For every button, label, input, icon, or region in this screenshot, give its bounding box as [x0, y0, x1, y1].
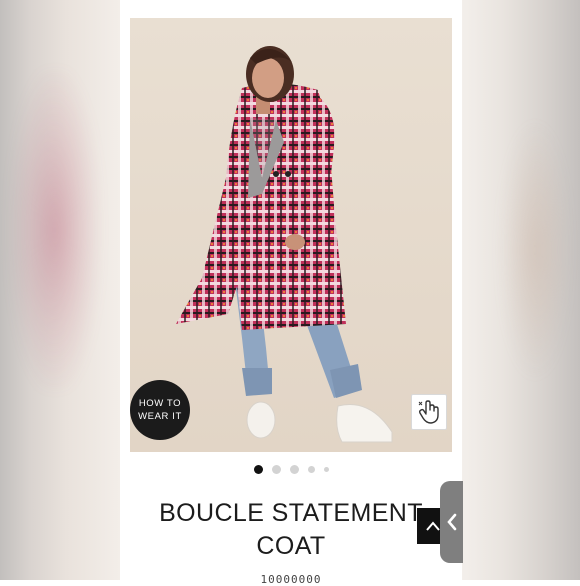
carousel-dot-4[interactable]: [307, 465, 315, 473]
blurred-background-right: [462, 0, 580, 580]
product-title-line1: BOUCLE STATEMENT: [159, 499, 423, 527]
how-to-wear-line2: WEAR IT: [138, 411, 182, 422]
hand-pointer-icon: [418, 400, 439, 424]
blurred-background-left: [0, 0, 120, 580]
chevron-left-icon: [446, 513, 456, 531]
product-title: BOUCLE STATEMENT COAT: [120, 497, 462, 563]
product-image[interactable]: HOW TO WEAR IT: [130, 18, 452, 452]
product-page: HOW TO WEAR IT BOUCLE STATEMENT COAT 100…: [120, 0, 462, 586]
touch-zoom-button[interactable]: [411, 394, 447, 430]
how-to-wear-line1: HOW TO: [138, 398, 182, 409]
chevron-up-icon: [426, 521, 440, 531]
carousel-dot-1[interactable]: [253, 464, 263, 474]
carousel-dot-3[interactable]: [289, 464, 299, 474]
carousel-dot-2[interactable]: [271, 464, 281, 474]
product-title-line2: COAT: [256, 532, 326, 560]
carousel-dot-5[interactable]: [323, 466, 329, 472]
how-to-wear-it-button[interactable]: HOW TO WEAR IT: [130, 380, 190, 440]
side-drawer-tab[interactable]: [440, 481, 463, 563]
carousel-indicator: [120, 464, 462, 474]
